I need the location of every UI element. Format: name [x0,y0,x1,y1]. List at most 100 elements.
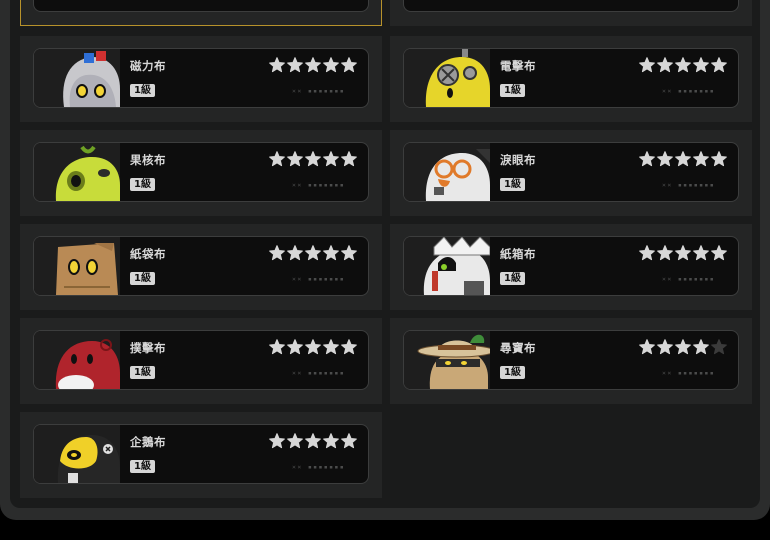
star-filled-icon [639,57,655,73]
star-rating [269,433,359,449]
card-frame: 電擊布 1級 ×× ▪▪▪▪▪▪▪ [403,48,739,108]
star-filled-icon [269,245,285,261]
star-filled-icon [305,433,321,449]
star-filled-icon [341,151,357,167]
star-rating [269,245,359,261]
star-filled-icon [269,433,285,449]
character-card[interactable]: 淚眼布 1級 ×× ▪▪▪▪▪▪▪ [390,130,752,216]
star-filled-icon [657,339,673,355]
star-filled-icon [639,339,655,355]
star-filled-icon [693,245,709,261]
star-filled-icon [341,245,357,261]
character-name: 淚眼布 [500,153,536,167]
level-badge: 1級 [130,366,155,379]
star-filled-icon [711,245,727,261]
star-filled-icon [693,151,709,167]
star-filled-icon [287,151,303,167]
level-badge: 1級 [500,84,525,97]
electric-cloth-icon [404,49,490,107]
star-filled-icon [287,57,303,73]
character-card[interactable]: 電擊布 1級 ×× ▪▪▪▪▪▪▪ [390,36,752,122]
character-name: 企鵝布 [130,435,166,449]
progress-indicator: ×× ▪▪▪▪▪▪▪ [292,275,346,283]
card-frame: 撲擊布 1級 ×× ▪▪▪▪▪▪▪ [33,330,369,390]
level-badge: 1級 [130,272,155,285]
penguin-cloth-icon [34,425,120,483]
character-name: 紙袋布 [130,247,166,261]
card-frame: 果核布 1級 ×× ▪▪▪▪▪▪▪ [33,142,369,202]
star-rating [269,151,359,167]
star-rating [269,339,359,355]
star-filled-icon [287,433,303,449]
character-card[interactable]: 企鵝布 1級 ×× ▪▪▪▪▪▪▪ [20,412,382,498]
star-filled-icon [639,245,655,261]
character-card[interactable]: 紙袋布 1級 ×× ▪▪▪▪▪▪▪ [20,224,382,310]
star-filled-icon [305,339,321,355]
character-name: 果核布 [130,153,166,167]
star-filled-icon [693,339,709,355]
star-filled-icon [323,339,339,355]
star-filled-icon [675,245,691,261]
star-filled-icon [711,57,727,73]
star-filled-icon [341,433,357,449]
card-frame: 企鵝布 1級 ×× ▪▪▪▪▪▪▪ [33,424,369,484]
collection-grid: 磁力布 1級 ×× ▪▪▪▪▪▪▪ 電擊布 1級 ×× ▪▪▪▪▪▪▪ 果核布 … [10,0,760,508]
star-filled-icon [269,57,285,73]
progress-indicator: ×× ▪▪▪▪▪▪▪ [292,87,346,95]
character-card-partial-right[interactable] [390,0,752,26]
character-name: 電擊布 [500,59,536,73]
star-rating [639,245,729,261]
progress-indicator: ×× ▪▪▪▪▪▪▪ [662,275,716,283]
level-badge: 1級 [500,272,525,285]
paper-bag-cloth-icon [34,237,120,295]
star-filled-icon [675,151,691,167]
progress-indicator: ×× ▪▪▪▪▪▪▪ [292,369,346,377]
character-card[interactable]: 尋寶布 1級 ×× ▪▪▪▪▪▪▪ [390,318,752,404]
progress-indicator: ×× ▪▪▪▪▪▪▪ [292,463,346,471]
star-filled-icon [657,245,673,261]
character-name: 尋寶布 [500,341,536,355]
level-badge: 1級 [500,366,525,379]
fruit-core-cloth-icon [34,143,120,201]
character-card[interactable]: 磁力布 1級 ×× ▪▪▪▪▪▪▪ [20,36,382,122]
character-name: 磁力布 [130,59,166,73]
level-badge: 1級 [130,460,155,473]
star-filled-icon [675,57,691,73]
star-filled-icon [305,57,321,73]
level-badge: 1級 [130,178,155,191]
teary-eye-cloth-icon [404,143,490,201]
pounce-cloth-icon [34,331,120,389]
star-filled-icon [305,151,321,167]
star-filled-icon [287,339,303,355]
card-frame [403,0,739,12]
star-filled-icon [323,151,339,167]
level-badge: 1級 [130,84,155,97]
card-frame: 尋寶布 1級 ×× ▪▪▪▪▪▪▪ [403,330,739,390]
cardboard-box-cloth-icon [404,237,490,295]
collection-panel: 磁力布 1級 ×× ▪▪▪▪▪▪▪ 電擊布 1級 ×× ▪▪▪▪▪▪▪ 果核布 … [0,0,770,520]
character-name: 紙箱布 [500,247,536,261]
star-filled-icon [323,245,339,261]
star-filled-icon [639,151,655,167]
star-filled-icon [711,151,727,167]
character-card[interactable]: 果核布 1級 ×× ▪▪▪▪▪▪▪ [20,130,382,216]
star-rating [639,339,729,355]
star-filled-icon [341,339,357,355]
star-rating [639,151,729,167]
progress-indicator: ×× ▪▪▪▪▪▪▪ [662,181,716,189]
treasure-hunt-cloth-icon [404,331,490,389]
star-filled-icon [657,151,673,167]
star-filled-icon [269,151,285,167]
magnet-cloth-icon [34,49,120,107]
star-rating [269,57,359,73]
star-filled-icon [675,339,691,355]
card-frame: 磁力布 1級 ×× ▪▪▪▪▪▪▪ [33,48,369,108]
character-card[interactable]: 撲擊布 1級 ×× ▪▪▪▪▪▪▪ [20,318,382,404]
character-card[interactable]: 紙箱布 1級 ×× ▪▪▪▪▪▪▪ [390,224,752,310]
progress-indicator: ×× ▪▪▪▪▪▪▪ [662,87,716,95]
star-filled-icon [305,245,321,261]
character-card-partial-left[interactable] [20,0,382,26]
star-filled-icon [287,245,303,261]
star-filled-icon [269,339,285,355]
level-badge: 1級 [500,178,525,191]
